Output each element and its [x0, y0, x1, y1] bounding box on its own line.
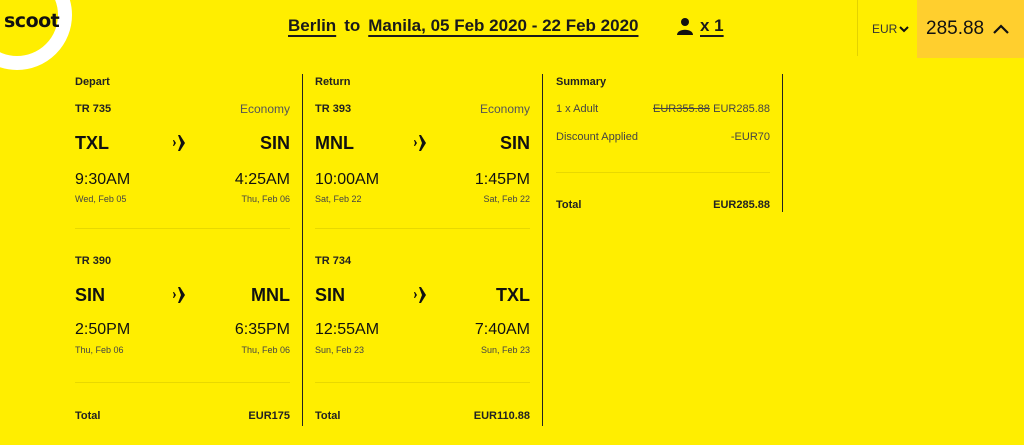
adult-fare-label: 1 x Adult	[556, 103, 599, 115]
arrival-date: Thu, Feb 06	[241, 194, 290, 204]
return-total-label: Total	[315, 410, 341, 422]
flight-number: TR 734	[315, 255, 352, 267]
user-icon	[677, 18, 693, 35]
cabin-class: Economy	[239, 102, 290, 116]
column-divider	[542, 74, 543, 426]
destination-code: SIN	[259, 133, 290, 153]
arrival-time: 7:40AM	[474, 321, 530, 338]
discount-value: -EUR70	[730, 131, 770, 143]
airplane-icon	[173, 135, 192, 151]
destination-code: MNL	[251, 285, 290, 305]
origin-code: SIN	[315, 285, 346, 305]
summary-total-value: EUR285.88	[713, 199, 770, 211]
summary-heading: Summary	[556, 76, 607, 88]
discounted-price: EUR285.88	[713, 103, 770, 115]
origin-code: SIN	[75, 285, 106, 305]
chevron-up-icon	[993, 24, 1009, 34]
arrival-time: 4:25AM	[234, 171, 290, 188]
column-divider	[302, 74, 303, 426]
passenger-label: x 1	[700, 16, 724, 35]
origin-code: TXL	[75, 133, 109, 153]
airplane-icon	[414, 135, 433, 151]
currency-label: EUR	[872, 22, 898, 36]
depart-total-label: Total	[75, 410, 101, 422]
depart-total-value: EUR175	[248, 410, 290, 422]
destination-dates[interactable]: Manila, 05 Feb 2020 - 22 Feb 2020	[368, 16, 638, 36]
price-toggle[interactable]: 285.88	[917, 0, 1024, 58]
departure-date: Thu, Feb 06	[75, 345, 124, 355]
summary-divider	[556, 172, 770, 173]
trip-summary[interactable]: Berlin to Manila, 05 Feb 2020 - 22 Feb 2…	[288, 16, 638, 36]
arrival-date: Thu, Feb 06	[241, 345, 290, 355]
leg-divider	[75, 382, 290, 383]
departure-date: Sat, Feb 22	[315, 194, 362, 204]
departure-date: Wed, Feb 05	[75, 194, 127, 204]
currency-select[interactable]: EUR	[872, 22, 910, 36]
destination-code: SIN	[499, 133, 530, 153]
chevron-down-icon	[899, 26, 910, 33]
departure-time: 9:30AM	[75, 171, 131, 188]
departure-time: 12:55AM	[315, 321, 380, 338]
brand-logo[interactable]: scoot	[4, 10, 60, 32]
departure-date: Sun, Feb 23	[315, 345, 365, 355]
origin-code: MNL	[315, 133, 354, 153]
leg-divider	[75, 228, 290, 229]
arrival-time: 1:45PM	[474, 171, 530, 188]
flight-number: TR 390	[75, 255, 112, 267]
total-price: 285.88	[926, 18, 985, 39]
summary-total-label: Total	[556, 199, 582, 211]
column-divider	[782, 74, 783, 212]
flight-number: TR 735	[75, 103, 112, 115]
leg-divider	[315, 228, 530, 229]
airplane-icon	[414, 287, 433, 303]
leg-divider	[315, 382, 530, 383]
passenger-count[interactable]: x 1	[676, 16, 724, 36]
depart-heading: Depart	[75, 76, 110, 88]
header-divider	[857, 0, 858, 56]
flight-number: TR 393	[315, 103, 352, 115]
origin-city[interactable]: Berlin	[288, 16, 336, 36]
departure-time: 10:00AM	[315, 171, 380, 188]
arrival-time: 6:35PM	[234, 321, 290, 338]
arrival-date: Sat, Feb 22	[483, 194, 530, 204]
discount-label: Discount Applied	[556, 131, 638, 143]
departure-time: 2:50PM	[75, 321, 131, 338]
cabin-class: Economy	[479, 102, 530, 116]
destination-code: TXL	[496, 285, 530, 305]
arrival-date: Sun, Feb 23	[480, 345, 530, 355]
return-heading: Return	[315, 76, 351, 88]
to-word: to	[344, 16, 361, 35]
return-total-value: EUR110.88	[473, 410, 530, 422]
airplane-icon	[173, 287, 192, 303]
